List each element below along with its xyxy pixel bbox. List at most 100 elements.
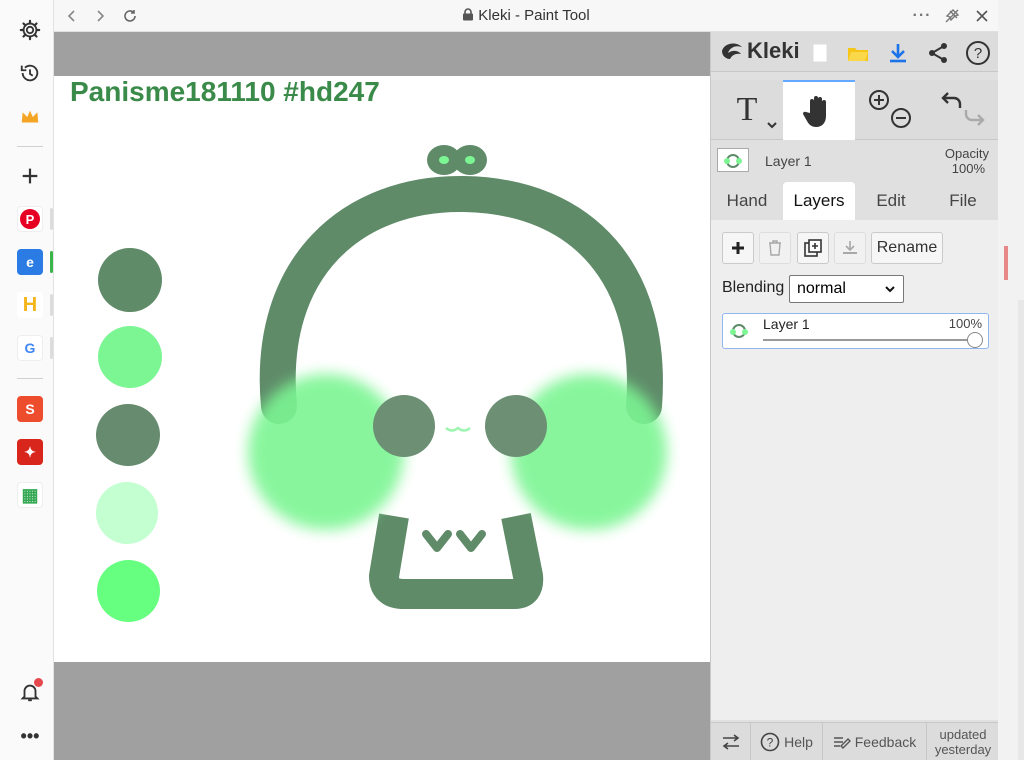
feedback-button[interactable]: Feedback: [823, 723, 927, 760]
browser-sidebar: P e H G S ✦ ▦ •••: [0, 0, 54, 760]
lock-icon: [463, 8, 474, 21]
kleki-logo-icon: [722, 43, 742, 59]
window-title: Kleki - Paint Tool: [54, 7, 998, 24]
plus-icon: [732, 242, 744, 254]
game-app-icon[interactable]: ✦: [14, 436, 46, 468]
window-titlebar: Kleki - Paint Tool ···: [54, 0, 998, 32]
current-layer-info: Layer 1 Opacity 100%: [711, 142, 999, 180]
feedback-icon: [833, 737, 851, 749]
new-file-icon[interactable]: [805, 38, 835, 68]
layer-thumbnail: [726, 319, 752, 343]
notifications-bell-icon[interactable]: [14, 676, 46, 708]
back-button[interactable]: [60, 4, 84, 28]
svg-text:?: ?: [974, 45, 982, 62]
help-icon: ?: [760, 732, 780, 752]
text-tool[interactable]: T: [711, 80, 783, 140]
crown-icon[interactable]: [14, 101, 46, 133]
tab-hand[interactable]: Hand: [711, 182, 783, 220]
feedback-label: Feedback: [854, 734, 917, 750]
window-title-text: Kleki - Paint Tool: [478, 7, 590, 24]
tab-file[interactable]: File: [927, 182, 999, 220]
hand-icon: [802, 96, 826, 127]
add-layer-button[interactable]: [722, 232, 754, 264]
trash-icon: [769, 240, 781, 256]
help-button[interactable]: ? Help: [751, 723, 823, 760]
panel-tabs: Hand Layers Edit File: [711, 182, 999, 220]
hand-tool[interactable]: [783, 80, 855, 140]
zoom-in-out-icon: [869, 90, 911, 128]
duplicate-icon: [804, 239, 822, 257]
svg-text:?: ?: [767, 736, 774, 750]
undo-redo-icon: [941, 92, 985, 126]
chevron-down-icon: [885, 286, 895, 293]
close-icon[interactable]: [970, 4, 994, 28]
updated-status: updated yesterday: [927, 723, 999, 760]
panel-footer: ? Help Feedback updated yesterday: [711, 722, 999, 760]
google-icon[interactable]: G: [14, 332, 46, 364]
kleki-logo-text: Kleki: [747, 38, 800, 63]
reload-icon[interactable]: [118, 4, 142, 28]
sidebar-edge: [50, 337, 53, 359]
add-plus-icon[interactable]: [14, 160, 46, 192]
sidebar-divider: [17, 378, 43, 379]
zoom-tool[interactable]: [855, 80, 927, 140]
current-layer-name: Layer 1: [765, 153, 812, 169]
background-scroll-edge: [1018, 300, 1024, 760]
unpin-icon[interactable]: [940, 4, 964, 28]
chevron-down-icon: [767, 122, 777, 129]
rename-layer-button[interactable]: Rename: [871, 232, 943, 264]
kleki-logo: Kleki: [719, 38, 800, 64]
layers-tab-content: Rename Blending normal Layer 1 100%: [711, 220, 999, 720]
screen: P e H G S ✦ ▦ ••• Kleki - Paint Tool ···…: [0, 0, 1024, 760]
help-label: Help: [784, 734, 813, 750]
swap-side-icon[interactable]: [711, 723, 751, 760]
h-app-icon[interactable]: H: [14, 289, 46, 321]
history-icon[interactable]: [14, 57, 46, 89]
sidebar-edge: [50, 294, 53, 316]
character-drawing: [248, 145, 667, 609]
blending-label: Blending: [722, 279, 785, 296]
updated-line2: yesterday: [934, 742, 992, 757]
sidebar-edge-active: [50, 251, 53, 273]
layer-name: Layer 1: [763, 316, 810, 332]
tab-edit[interactable]: Edit: [855, 182, 927, 220]
forward-button[interactable]: [88, 4, 112, 28]
panel-header: Kleki ?: [711, 32, 999, 72]
share-icon[interactable]: [923, 38, 953, 68]
blending-mode-value: normal: [797, 280, 846, 297]
sheets-icon[interactable]: ▦: [14, 479, 46, 511]
tab-layers[interactable]: Layers: [783, 182, 855, 220]
settings-gear-icon[interactable]: [14, 14, 46, 46]
undo-redo-tool[interactable]: [927, 80, 999, 140]
duplicate-layer-button[interactable]: [797, 232, 829, 264]
delete-layer-button[interactable]: [759, 232, 791, 264]
open-folder-icon[interactable]: [843, 38, 873, 68]
layer-opacity-slider-handle[interactable]: [967, 332, 983, 348]
help-question-icon[interactable]: ?: [963, 38, 993, 68]
text-tool-icon: T: [736, 91, 758, 128]
updated-line1: updated: [939, 727, 987, 742]
layer-list-item[interactable]: Layer 1 100%: [722, 313, 989, 349]
sidebar-divider: [17, 146, 43, 147]
notification-dot: [34, 678, 43, 687]
background-text-fragment: [1004, 246, 1008, 280]
layer-opacity: 100%: [948, 316, 982, 331]
blue-app-icon[interactable]: e: [14, 246, 46, 278]
more-options-button[interactable]: ···: [910, 4, 934, 28]
drawing-canvas[interactable]: Panisme181110 #hd247: [54, 76, 710, 662]
layer-opacity-slider[interactable]: [763, 339, 975, 341]
opacity-value: 100%: [951, 161, 985, 176]
merge-down-icon: [843, 241, 857, 254]
shopee-icon[interactable]: S: [14, 393, 46, 425]
merge-down-button[interactable]: [834, 232, 866, 264]
pinterest-icon[interactable]: P: [14, 203, 46, 235]
more-menu-icon[interactable]: •••: [14, 720, 46, 752]
background-window-edge: [998, 0, 1024, 760]
layer-thumbnail: [717, 148, 749, 172]
tool-row: T: [711, 80, 999, 140]
kleki-side-panel: Kleki ? T Layer 1 Opacity 100% Hand Laye…: [710, 32, 999, 760]
opacity-label: Opacity: [944, 146, 989, 161]
blending-mode-select[interactable]: normal: [789, 275, 904, 303]
sidebar-edge: [50, 208, 53, 230]
download-icon[interactable]: [883, 38, 913, 68]
